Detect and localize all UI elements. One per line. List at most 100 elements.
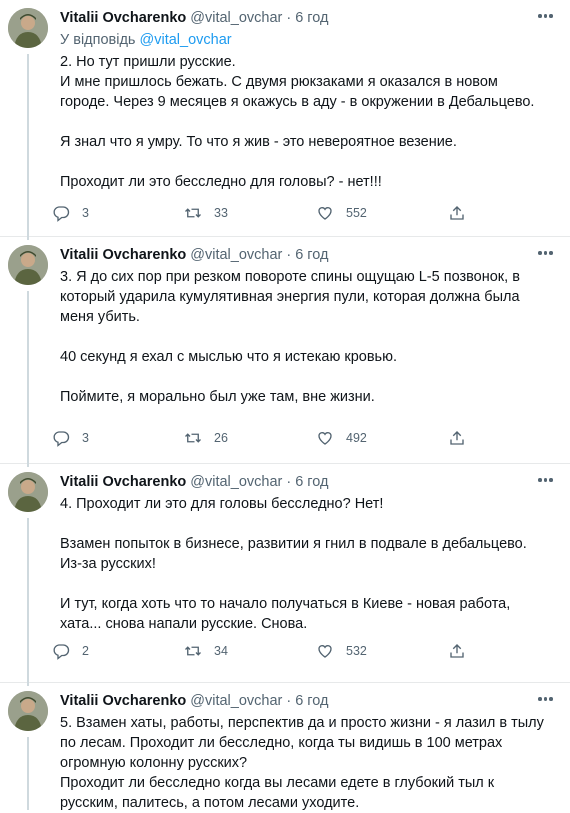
more-options-icon[interactable] xyxy=(538,474,558,486)
more-options-icon[interactable] xyxy=(538,693,558,705)
tweet-actions: 2 34 532 xyxy=(52,642,478,660)
reply-count: 3 xyxy=(82,206,89,220)
tweet-header: Vitalii Ovcharenko @vital_ovchar · 6 год xyxy=(60,8,556,28)
tweet-text-line: огромную колонну русских? xyxy=(60,755,248,771)
thread-connector xyxy=(27,518,29,686)
tweet-text-line: меня убить. xyxy=(60,309,140,325)
heart-icon xyxy=(318,432,332,445)
reply-mention-link[interactable]: @vital_ovchar xyxy=(140,32,232,48)
retweet-icon xyxy=(185,433,201,443)
timestamp[interactable]: 6 год xyxy=(295,691,328,711)
reply-button[interactable]: 3 xyxy=(52,204,184,222)
display-name[interactable]: Vitalii Ovcharenko xyxy=(60,8,186,28)
tweet-header: Vitalii Ovcharenko @vital_ovchar · 6 год xyxy=(60,691,556,711)
tweet-text-line: Из-за русских! xyxy=(60,556,156,572)
user-handle[interactable]: @vital_ovchar xyxy=(190,8,282,28)
retweet-count: 33 xyxy=(214,206,228,220)
avatar[interactable] xyxy=(8,691,48,731)
retweet-icon xyxy=(185,208,201,218)
tweet[interactable]: Vitalii Ovcharenko @vital_ovchar · 6 год… xyxy=(0,464,570,686)
reply-count: 2 xyxy=(82,644,89,658)
tweet-text-line: 2. Но тут пришли русские. xyxy=(60,54,236,70)
retweet-count: 26 xyxy=(214,431,228,445)
separator: · xyxy=(286,693,292,709)
avatar[interactable] xyxy=(8,472,48,512)
tweet-text-line: Проходит ли это бесследно для головы? - … xyxy=(60,174,382,190)
like-button[interactable]: 492 xyxy=(316,429,448,447)
separator: · xyxy=(286,10,292,26)
reply-button[interactable]: 3 xyxy=(52,429,184,447)
tweet-text-line: И тут, когда хоть что то начало получать… xyxy=(60,596,511,612)
display-name[interactable]: Vitalii Ovcharenko xyxy=(60,472,186,492)
tweet-text-line: хата... снова напали русские. Снова. xyxy=(60,616,308,632)
reply-prefix: У відповідь xyxy=(60,32,136,48)
reply-context: У відповідь @vital_ovchar xyxy=(60,30,556,50)
thread-connector xyxy=(27,737,29,810)
user-handle[interactable]: @vital_ovchar xyxy=(190,472,282,492)
thread-connector xyxy=(27,291,29,467)
tweet-text: 5. Взамен хаты, работы, перспектив да и … xyxy=(60,713,556,813)
heart-icon xyxy=(318,645,332,658)
tweet-header: Vitalii Ovcharenko @vital_ovchar · 6 год xyxy=(60,245,556,265)
share-button[interactable] xyxy=(448,204,478,222)
tweet[interactable]: Vitalii Ovcharenko @vital_ovchar · 6 год… xyxy=(0,0,570,240)
tweet-text-line: Я знал что я умру. То что я жив - это не… xyxy=(60,134,457,150)
retweet-button[interactable]: 33 xyxy=(184,204,316,222)
tweet-actions: 3 33 552 xyxy=(52,204,478,222)
tweet-actions: 3 26 492 xyxy=(52,429,478,447)
tweet-text-line: русским, палитесь, а потом лесами уходит… xyxy=(60,795,360,811)
tweet-header: Vitalii Ovcharenko @vital_ovchar · 6 год xyxy=(60,472,556,492)
tweet-text-line: который ударила кумулятивная энергия пул… xyxy=(60,289,520,305)
user-handle[interactable]: @vital_ovchar xyxy=(190,691,282,711)
timestamp[interactable]: 6 год xyxy=(295,472,328,492)
tweet-text-line: 40 секунд я ехал с мыслью что я истекаю … xyxy=(60,349,397,365)
user-handle[interactable]: @vital_ovchar xyxy=(190,245,282,265)
tweet-text-line: 5. Взамен хаты, работы, перспектив да и … xyxy=(60,715,544,731)
display-name[interactable]: Vitalii Ovcharenko xyxy=(60,691,186,711)
timestamp[interactable]: 6 год xyxy=(295,245,328,265)
avatar[interactable] xyxy=(8,8,48,48)
reply-icon xyxy=(53,644,70,660)
tweet-text-line: Поймите, я морально был уже там, вне жиз… xyxy=(60,389,375,405)
separator: · xyxy=(286,474,292,490)
like-count: 492 xyxy=(346,431,367,445)
display-name[interactable]: Vitalii Ovcharenko xyxy=(60,245,186,265)
tweet[interactable]: Vitalii Ovcharenko @vital_ovchar · 6 год… xyxy=(0,237,570,467)
share-icon xyxy=(450,206,464,220)
reply-button[interactable]: 2 xyxy=(52,642,184,660)
heart-icon xyxy=(318,207,332,220)
tweet-text-line: И мне пришлось бежать. С двумя рюкзаками… xyxy=(60,74,498,90)
like-count: 552 xyxy=(346,206,367,220)
retweet-button[interactable]: 34 xyxy=(184,642,316,660)
tweet-text: 3. Я до сих пор при резком повороте спин… xyxy=(60,267,556,407)
retweet-icon xyxy=(185,646,201,656)
tweet-text-line: 4. Проходит ли это для головы бесследно?… xyxy=(60,496,384,512)
tweet-text-line: Взамен попыток в бизнесе, развитии я гни… xyxy=(60,536,527,552)
more-options-icon[interactable] xyxy=(538,10,558,22)
reply-icon xyxy=(53,431,70,447)
tweet-thread: Vitalii Ovcharenko @vital_ovchar · 6 год… xyxy=(0,0,570,813)
reply-icon xyxy=(53,206,70,222)
tweet-text-line: по лесам. Проходит ли бесследно, когда т… xyxy=(60,735,503,751)
more-options-icon[interactable] xyxy=(538,247,558,259)
tweet[interactable]: Vitalii Ovcharenko @vital_ovchar · 6 год… xyxy=(0,683,570,813)
share-icon xyxy=(450,644,464,658)
reply-count: 3 xyxy=(82,431,89,445)
like-count: 532 xyxy=(346,644,367,658)
tweet-text: 4. Проходит ли это для головы бесследно?… xyxy=(60,494,556,634)
like-button[interactable]: 532 xyxy=(316,642,448,660)
tweet-text: 2. Но тут пришли русские. И мне пришлось… xyxy=(60,52,556,192)
tweet-text-line: 3. Я до сих пор при резком повороте спин… xyxy=(60,269,520,285)
avatar[interactable] xyxy=(8,245,48,285)
tweet-text-line: Проходит ли бесследно когда вы лесами ед… xyxy=(60,775,495,791)
timestamp[interactable]: 6 год xyxy=(295,8,328,28)
retweet-count: 34 xyxy=(214,644,228,658)
thread-connector xyxy=(27,54,29,240)
share-button[interactable] xyxy=(448,642,478,660)
like-button[interactable]: 552 xyxy=(316,204,448,222)
share-icon xyxy=(450,431,464,445)
retweet-button[interactable]: 26 xyxy=(184,429,316,447)
tweet-text-line: городе. Через 9 месяцев я окажусь в аду … xyxy=(60,94,535,110)
separator: · xyxy=(286,247,292,263)
share-button[interactable] xyxy=(448,429,478,447)
